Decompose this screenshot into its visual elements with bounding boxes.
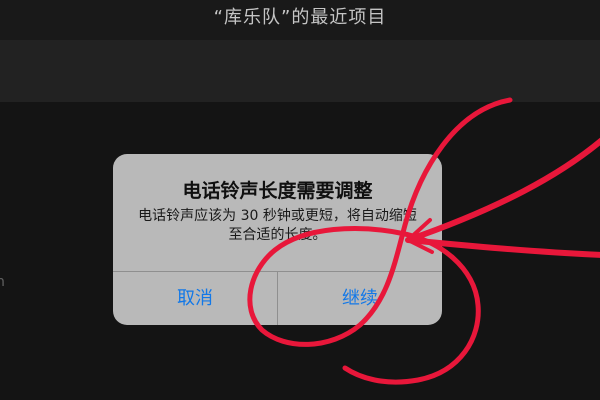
app-screen: “库乐队”的最近项目 n 电话铃声长度需要调整 电话铃声应该为 30 秒钟或更短… <box>0 0 600 400</box>
alert-message: 电话铃声应该为 30 秒钟或更短，将自动缩短至合适的长度。 <box>138 208 417 243</box>
alert-title: 电话铃声长度需要调整 <box>182 180 373 202</box>
alert-dialog: 电话铃声长度需要调整 电话铃声应该为 30 秒钟或更短，将自动缩短至合适的长度。… <box>113 154 442 325</box>
cancel-button[interactable]: 取消 <box>113 272 277 325</box>
continue-button[interactable]: 继续 <box>278 272 442 325</box>
